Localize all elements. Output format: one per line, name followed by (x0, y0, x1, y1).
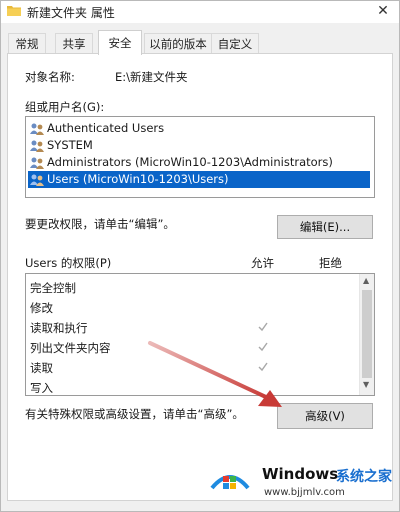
watermark-brand-cn: 系统之家 (336, 469, 392, 485)
user-name: Users (MicroWin10-1203\Users) (47, 172, 229, 186)
user-name: Administrators (MicroWin10-1203\Administ… (47, 155, 333, 169)
allow-header: 允许 (251, 256, 274, 270)
edit-button[interactable]: 编辑(E)... (277, 215, 373, 239)
scroll-down-icon[interactable]: ▼ (363, 380, 369, 389)
list-item[interactable]: Authenticated Users (28, 120, 370, 137)
permissions-scrollbar[interactable]: ▲ ▼ (359, 274, 374, 395)
allow-check-icon (258, 322, 268, 332)
title-bar[interactable]: 新建文件夹 属性 ✕ (1, 1, 399, 23)
advanced-hint: 有关特殊权限或高级设置，请单击“高级”。 (25, 407, 244, 421)
close-button[interactable]: ✕ (367, 1, 399, 23)
users-icon (30, 157, 44, 169)
watermark-brand: Windows (262, 465, 339, 483)
groups-label: 组或用户名(G): (25, 100, 105, 114)
windows-logo-icon (210, 475, 250, 490)
deny-header: 拒绝 (319, 256, 342, 270)
permission-name: 读取 (30, 361, 53, 375)
permissions-list: 完全控制 修改 读取和执行 列出文件夹内容 读取 写入 ▲ ▼ (25, 273, 375, 396)
properties-window: 新建文件夹 属性 ✕ 常规 共享 安全 以前的版本 自定义 对象名称: E:\新… (0, 0, 400, 512)
tab-general[interactable]: 常规 (8, 33, 46, 54)
permission-name: 读取和执行 (30, 321, 88, 335)
change-hint: 要更改权限，请单击“编辑”。 (25, 217, 175, 231)
allow-check-icon (258, 362, 268, 372)
users-icon (30, 140, 44, 152)
user-name: SYSTEM (47, 138, 93, 152)
permission-name: 写入 (30, 381, 53, 395)
list-item[interactable]: SYSTEM (28, 137, 370, 154)
advanced-button[interactable]: 高级(V) (277, 403, 373, 429)
tab-security[interactable]: 安全 (98, 30, 142, 55)
list-item-selected[interactable]: Users (MicroWin10-1203\Users) (28, 171, 370, 188)
scroll-thumb[interactable] (362, 290, 372, 378)
user-name: Authenticated Users (47, 121, 165, 135)
window-title: 新建文件夹 属性 (27, 6, 115, 20)
tab-previous-versions[interactable]: 以前的版本 (144, 33, 212, 54)
permission-name: 列出文件夹内容 (30, 341, 111, 355)
tab-customize[interactable]: 自定义 (211, 33, 259, 54)
tab-sharing[interactable]: 共享 (55, 33, 93, 54)
permission-name: 修改 (30, 301, 53, 315)
permissions-title: Users 的权限(P) (25, 256, 112, 270)
users-icon (30, 123, 44, 135)
object-name-value: E:\新建文件夹 (115, 70, 188, 84)
folder-icon (7, 6, 21, 16)
list-item[interactable]: Administrators (MicroWin10-1203\Administ… (28, 154, 370, 171)
users-icon (30, 174, 44, 186)
scroll-up-icon[interactable]: ▲ (363, 276, 369, 285)
user-list[interactable]: Authenticated Users SYSTEM Administrator… (25, 116, 375, 198)
allow-check-icon (258, 342, 268, 352)
watermark-url: www.bjjmlv.com (264, 487, 345, 498)
permission-name: 完全控制 (30, 281, 76, 295)
object-name-label: 对象名称: (25, 70, 75, 84)
